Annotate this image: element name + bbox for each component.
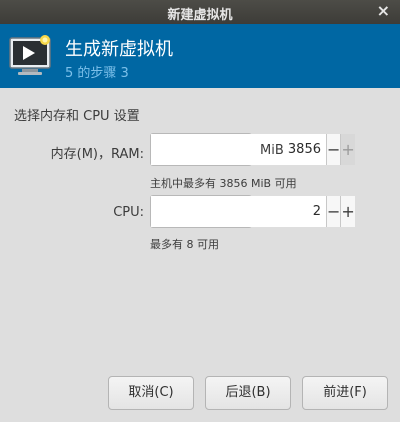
memory-spinbutton: − + [150, 133, 355, 166]
back-button[interactable]: 后退(B) [205, 376, 291, 410]
memory-unit: MiB [260, 143, 284, 158]
memory-label: 内存(M)，RAM: [50, 147, 144, 162]
cpu-hint: 最多有 8 可用 [150, 238, 219, 251]
forward-button[interactable]: 前进(F) [302, 376, 388, 410]
memory-hint: 主机中最多有 3856 MiB 可用 [150, 177, 297, 190]
wizard-step: 5 的步骤 3 [65, 66, 129, 81]
cancel-button[interactable]: 取消(C) [108, 376, 194, 410]
cpu-input[interactable] [151, 196, 326, 227]
section-title: 选择内存和 CPU 设置 [14, 109, 140, 124]
memory-increment-button[interactable]: + [340, 134, 355, 165]
memory-decrement-button[interactable]: − [326, 134, 341, 165]
cpu-decrement-button[interactable]: − [326, 196, 341, 227]
vm-screen-icon [9, 35, 51, 75]
window-title: 新建虚拟机 [167, 8, 233, 23]
cpu-spinbutton: − + [150, 195, 355, 228]
cpu-increment-button[interactable]: + [340, 196, 355, 227]
close-icon[interactable]: × [377, 2, 390, 20]
wizard-title: 生成新虚拟机 [65, 39, 173, 60]
wizard-header: 生成新虚拟机 5 的步骤 3 [0, 24, 400, 88]
memory-input[interactable] [151, 134, 326, 165]
cpu-label: CPU: [113, 205, 144, 220]
window-titlebar: 新建虚拟机 × [0, 0, 400, 24]
